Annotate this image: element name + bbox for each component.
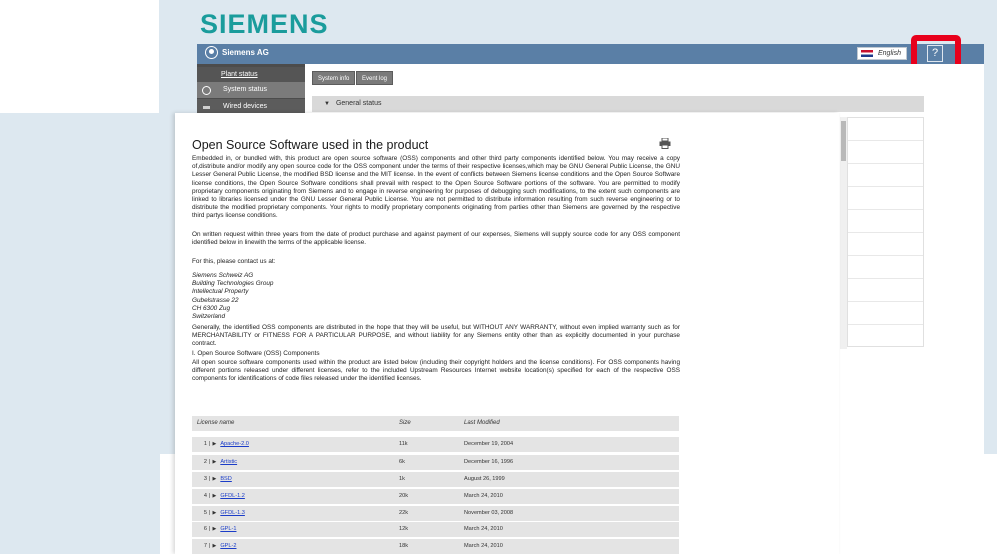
license-size: 12k [399,526,409,532]
uk-flag-icon [861,50,873,57]
paragraph-warranty: Generally, the identified OSS components… [192,324,680,348]
expand-triangle-icon[interactable]: ▶ [212,441,216,447]
paragraph-contact: For this, please contact us at: [192,258,276,265]
wired-devices-icon [203,106,210,109]
list-item [848,302,923,325]
license-link[interactable]: GFDL-1.3 [220,510,245,516]
section-heading-oss: I. Open Source Software (OSS) Components [192,350,320,357]
address-line: Switzerland [192,313,226,321]
chevron-down-icon: ▼ [324,101,330,107]
general-status-label: General status [335,100,382,107]
tab-event-log[interactable]: Event log [356,71,394,85]
license-size: 20k [399,493,409,499]
license-link[interactable]: GFDL-1.2 [220,493,245,499]
list-item [848,233,923,256]
address-line: Intellectual Property [192,288,249,296]
list-item [848,187,923,210]
license-date: March 24, 2010 [464,543,503,549]
paragraph-components: All open source software components used… [192,359,680,383]
row-number: 7 [203,543,207,549]
list-item [848,256,923,279]
row-number: 6 [203,526,207,532]
print-icon[interactable] [659,138,671,149]
license-size: 18k [399,543,409,549]
table-row[interactable]: 6 | ▶ GPL-1 12k March 24, 2010 [192,522,679,537]
screenshot-stage: SIEMENS Siemens AG English ? Plant statu… [0,0,997,554]
license-date: December 19, 2004 [464,441,514,447]
org-name: Siemens AG [222,48,269,57]
table-row[interactable]: 2 | ▶ Artistic 6k December 16, 1996 [192,455,679,470]
expand-triangle-icon[interactable]: ▶ [212,493,216,499]
paragraph-source-request: On written request within three years fr… [192,231,680,247]
row-number: 5 [203,510,207,516]
user-icon [205,46,218,59]
row-number: 1 [203,441,207,447]
license-link[interactable]: BSD [220,476,232,482]
license-date: December 16, 1996 [464,459,514,465]
license-link[interactable]: GPL-1 [220,526,236,532]
list-item [848,210,923,233]
document-title: Open Source Software used in the product [192,138,429,152]
license-size: 6k [399,459,405,465]
address-line: CH 6300 Zug [192,304,231,312]
license-size: 22k [399,510,409,516]
license-date: March 24, 2010 [464,493,503,499]
row-number: 4 [203,493,207,499]
tab-system-info[interactable]: System info [312,71,356,85]
list-item [848,141,923,164]
scrollbar-thumb[interactable] [841,121,846,161]
sidebar-item-plant-status[interactable]: Plant status [197,67,305,83]
list-item [848,279,923,302]
expand-triangle-icon[interactable]: ▶ [212,459,216,465]
expand-triangle-icon[interactable]: ▶ [212,510,216,516]
address-line: Gubelstrasse 22 [192,296,239,304]
expand-triangle-icon[interactable]: ▶ [212,476,216,482]
table-row[interactable]: 3 | ▶ BSD 1k August 26, 1999 [192,472,679,487]
license-date: November 03, 2008 [464,510,514,516]
license-link[interactable]: Apache-2.0 [220,441,249,447]
table-row[interactable]: 1 | ▶ Apache-2.0 11k December 19, 2004 [192,437,679,452]
contact-address: Siemens Schweiz AG Building Technologies… [192,272,273,321]
background-window-left [0,113,160,554]
status-list [847,117,924,347]
header-size: Size [399,420,411,426]
license-link[interactable]: GPL-2 [220,543,236,549]
expand-triangle-icon[interactable]: ▶ [212,543,216,549]
license-size: 11k [399,441,408,447]
row-number: 3 [203,476,207,482]
header-license-name: License name [197,420,235,426]
general-status-header[interactable]: ▼ General status [312,96,924,112]
license-size: 1k [399,476,405,482]
license-date: March 24, 2010 [464,526,503,532]
siemens-logo: SIEMENS [200,9,329,39]
table-row[interactable]: 5 | ▶ GFDL-1.3 22k November 03, 2008 [192,506,679,521]
system-status-icon [202,86,211,95]
table-row[interactable]: 4 | ▶ GFDL-1.2 20k March 24, 2010 [192,489,679,504]
license-date: August 26, 1999 [464,476,505,482]
row-number: 2 [203,459,207,465]
expand-triangle-icon[interactable]: ▶ [212,526,216,532]
sidebar-item-system-status[interactable]: System status [197,82,305,98]
header-last-modified: Last Modified [464,420,500,426]
paragraph-license-terms: Embedded in, or bundled with, this produ… [192,155,680,220]
address-line: Building Technologies Group [192,280,274,288]
license-link[interactable]: Artistic [220,459,237,465]
address-line: Siemens Schweiz AG [192,272,254,279]
list-item [848,118,923,141]
license-table-header: License name Size Last Modified [192,416,679,431]
table-row[interactable]: 7 | ▶ GPL-2 18k March 24, 2010 [192,539,679,554]
list-item [848,164,923,187]
